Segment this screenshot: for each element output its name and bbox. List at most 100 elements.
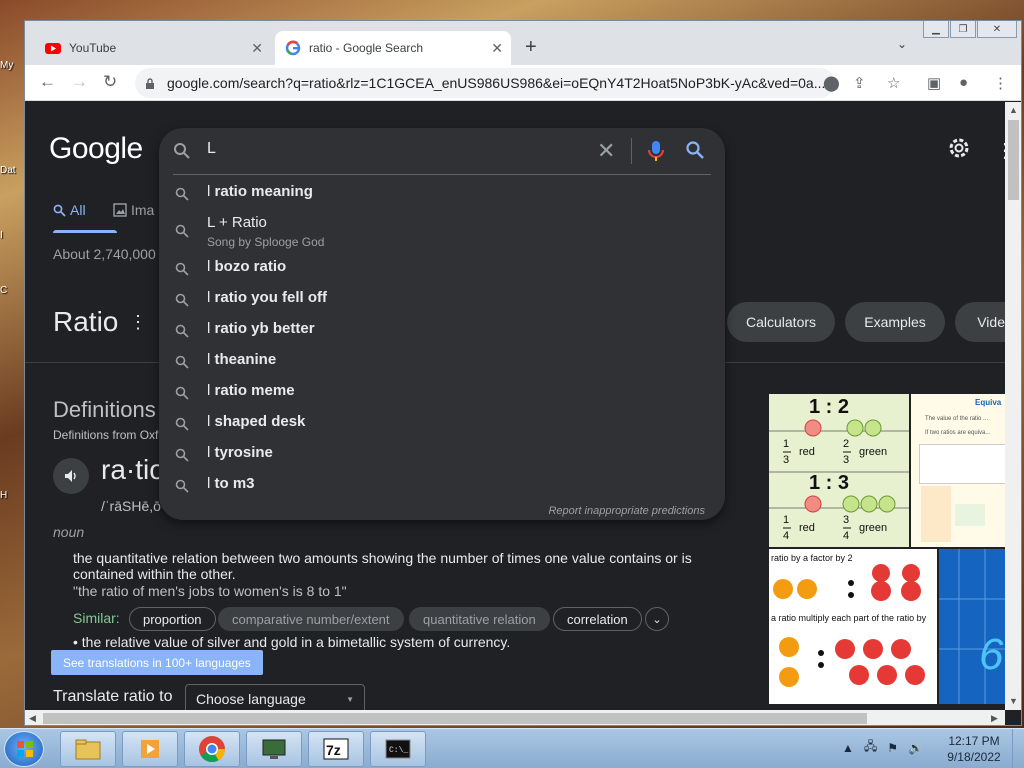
chevron-down-icon[interactable]: ⌄ (645, 607, 669, 631)
apps-menu-icon[interactable]: ⋮ (995, 138, 1005, 163)
synonym-chip[interactable]: correlation (553, 607, 642, 631)
suggestion-item[interactable]: l ratio you fell off (159, 284, 725, 314)
image-text: The value of the ratio ... (925, 416, 989, 422)
chip-calculators[interactable]: Calculators (727, 302, 835, 342)
part-of-speech: noun (53, 524, 85, 540)
ratio-image-blue[interactable]: 6 (939, 549, 1005, 704)
desktop-icon-label[interactable]: H (0, 490, 7, 501)
google-logo[interactable]: Google (49, 132, 143, 166)
vertical-scrollbar[interactable]: ▲ ▼ (1005, 102, 1021, 710)
suggestion-item[interactable]: l ratio meaning (159, 178, 725, 208)
image-text: If two ratios are equiva... (925, 430, 991, 436)
suggestion-item[interactable]: l tyrosine (159, 439, 725, 469)
suggestion-item[interactable]: l ratio meme (159, 377, 725, 407)
entity-title: Ratio (53, 306, 119, 337)
system-tray: ▲ 🖧 ⚑ 🔊 (842, 737, 923, 758)
desktop-icon-label[interactable]: C (0, 285, 7, 296)
see-translations-button[interactable]: See translations in 100+ languages (51, 650, 263, 675)
profile-icon[interactable]: ● (959, 74, 968, 91)
ratio-image-oranges-apples[interactable]: ratio by a factor by 2 a ratio multiply … (769, 549, 937, 704)
clear-search-icon[interactable]: ✕ (597, 138, 615, 164)
location-icon[interactable]: ⬤ (823, 74, 840, 92)
tab-youtube[interactable]: YouTube ✕ (35, 31, 271, 65)
suggestion-item[interactable]: l ratio yb better (159, 315, 725, 345)
menu-kebab-icon[interactable]: ⋮ (993, 74, 1008, 92)
scroll-up-icon[interactable]: ▲ (1009, 105, 1018, 115)
action-center-flag-icon[interactable]: ⚑ (887, 741, 898, 755)
tab-search-chevron-icon[interactable]: ⌄ (897, 37, 907, 51)
horizontal-scroll-thumb[interactable] (43, 713, 867, 724)
minimize-icon[interactable]: ▁ (923, 21, 949, 38)
taskbar-7zip-button[interactable]: 7z (308, 731, 364, 767)
chip-examples[interactable]: Examples (845, 302, 945, 342)
desktop-icon-label[interactable]: Dat (0, 165, 16, 176)
ratio-image-red-green[interactable]: 1 : 2 1 : 3 1 3 red 2 3 green 1 4 red 3 … (769, 394, 909, 547)
lock-icon[interactable] (145, 77, 155, 89)
close-tab-icon[interactable]: ✕ (251, 40, 263, 57)
scroll-down-icon[interactable]: ▼ (1009, 696, 1018, 706)
scroll-left-icon[interactable]: ◀ (29, 713, 36, 724)
taskbar-chrome-button[interactable] (184, 731, 240, 767)
search-submit-icon[interactable] (685, 140, 705, 160)
tab-google-search[interactable]: ratio - Google Search ✕ (275, 31, 511, 65)
taskbar-cmd-button[interactable]: C:\_ (370, 731, 426, 767)
show-hidden-icons[interactable]: ▲ (842, 741, 854, 755)
suggestion-text: l ratio meaning (207, 183, 313, 200)
scroll-right-icon[interactable]: ▶ (991, 713, 998, 724)
search-box: ✕ (159, 128, 725, 174)
suggestion-item[interactable]: l theanine (159, 346, 725, 376)
tab-images[interactable]: Ima (113, 202, 154, 218)
search-input[interactable] (207, 140, 587, 158)
language-select-value: Choose language (196, 691, 306, 707)
suggestion-item[interactable]: l shaped desk (159, 408, 725, 438)
reload-icon[interactable]: ↻ (103, 72, 117, 92)
suggestion-item[interactable]: L + Ratio Song by Splooge God (159, 210, 725, 250)
taskbar-media-button[interactable] (122, 731, 178, 767)
microphone-icon[interactable] (647, 140, 665, 162)
address-bar[interactable]: google.com/search?q=ratio&rlz=1C1GCEA_en… (135, 68, 835, 98)
color-label: green (859, 446, 888, 458)
settings-gear-icon[interactable] (947, 136, 971, 160)
show-desktop-button[interactable] (1012, 729, 1024, 768)
fruit-icon (773, 564, 925, 687)
desktop-icon-label[interactable]: I (0, 230, 3, 241)
definitions-source[interactable]: Definitions from Oxf (53, 428, 158, 442)
volume-icon[interactable]: 🔊 (908, 741, 923, 755)
back-icon[interactable]: ← (39, 72, 56, 92)
close-tab-icon[interactable]: ✕ (491, 40, 503, 57)
taskbar-explorer-button[interactable] (60, 731, 116, 767)
folder-icon (75, 739, 101, 760)
entity-more-icon[interactable]: ⋮ (129, 312, 147, 333)
synonym-chip[interactable]: comparative number/extent (218, 607, 404, 631)
clock[interactable]: 12:17 PM 9/18/2022 (944, 733, 1004, 765)
synonym-chip[interactable]: quantitative relation (409, 607, 550, 631)
bookmark-star-icon[interactable]: ☆ (887, 74, 900, 92)
suggestion-text: l ratio you fell off (207, 289, 328, 306)
desktop-icon-label[interactable]: My (0, 60, 13, 71)
result-stats: About 2,740,000 (53, 246, 156, 262)
horizontal-scrollbar[interactable]: ◀ ▶ (25, 710, 1005, 725)
share-icon[interactable]: ⇪ (853, 74, 866, 92)
restore-icon[interactable]: ❐ (950, 21, 976, 38)
network-icon[interactable]: 🖧 (864, 737, 877, 758)
suggestion-item[interactable]: l to m3 (159, 470, 725, 500)
ratio-image-equivalent[interactable]: Equiva The value of the ratio ... If two… (911, 394, 1005, 547)
synonym-chip[interactable]: proportion (129, 607, 216, 631)
tab-all[interactable]: All (53, 202, 86, 218)
search-icon (175, 355, 189, 369)
start-button[interactable] (4, 731, 44, 767)
suggestion-item[interactable]: l bozo ratio (159, 253, 725, 283)
new-tab-icon[interactable]: + (525, 36, 537, 59)
language-select[interactable]: Choose language ▼ (185, 684, 365, 710)
search-icon (175, 417, 189, 431)
chip-video[interactable]: Video (955, 302, 1005, 342)
pronunciation-speaker-icon[interactable] (53, 458, 89, 494)
forward-icon[interactable]: → (71, 72, 88, 92)
vertical-scroll-thumb[interactable] (1008, 120, 1019, 200)
taskbar-network-button[interactable] (246, 731, 302, 767)
side-panel-icon[interactable]: ▣ (927, 74, 941, 92)
suggestion-text: l tyrosine (207, 444, 273, 461)
definition-second-text: the relative value of silver and gold in… (81, 634, 511, 650)
close-window-icon[interactable]: ✕ (977, 21, 1017, 38)
report-predictions-link[interactable]: Report inappropriate predictions (548, 505, 705, 517)
